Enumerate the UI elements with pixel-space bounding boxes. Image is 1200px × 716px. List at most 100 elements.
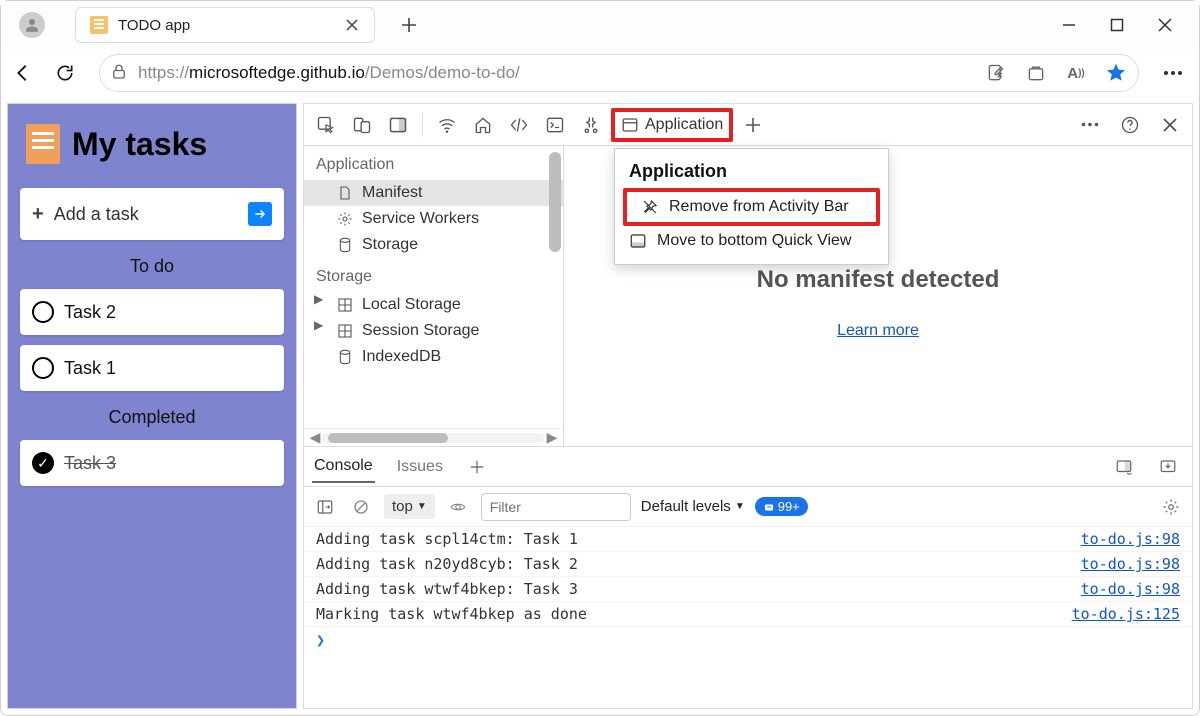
sidebar-item-local-storage[interactable]: Local Storage	[304, 292, 563, 318]
task-item[interactable]: ✓ Task 3	[20, 440, 284, 486]
sidebar-category: Application	[304, 146, 563, 180]
task-checked-icon[interactable]: ✓	[32, 452, 54, 474]
dock-side-icon[interactable]	[382, 109, 414, 141]
url-text: https://microsoftedge.github.io/Demos/de…	[138, 63, 520, 83]
unpin-icon	[641, 198, 659, 216]
sidebar-item-manifest[interactable]: Manifest	[304, 180, 563, 206]
sidebar-item-session-storage[interactable]: Session Storage	[304, 318, 563, 344]
elements-tool-icon[interactable]	[503, 109, 535, 141]
devtools-help-button[interactable]	[1114, 109, 1146, 141]
console-source-link[interactable]: to-do.js:98	[1081, 530, 1180, 548]
db-icon	[336, 348, 354, 366]
address-bar[interactable]: https://microsoftedge.github.io/Demos/de…	[99, 54, 1139, 92]
submit-arrow-icon[interactable]	[248, 202, 272, 226]
inspect-element-icon[interactable]	[310, 109, 342, 141]
sidebar-category: Storage	[304, 258, 563, 292]
sidebar-item-service-workers[interactable]: Service Workers	[304, 206, 563, 232]
refresh-button[interactable]	[47, 55, 83, 91]
tab-title: TODO app	[118, 17, 334, 34]
task-item[interactable]: Task 2	[20, 289, 284, 335]
app-heading: My tasks	[20, 114, 284, 178]
console-levels-select[interactable]: Default levels ▼	[641, 498, 745, 515]
task-checkbox-icon[interactable]	[32, 357, 54, 379]
profile-avatar[interactable]	[19, 12, 45, 38]
add-tool-button[interactable]	[737, 109, 769, 141]
console-tool-icon[interactable]	[539, 109, 571, 141]
read-aloud-icon[interactable]: A))	[1064, 61, 1088, 85]
console-filter-input[interactable]	[481, 493, 631, 521]
drawer-collapse-icon[interactable]	[1152, 451, 1184, 483]
scroll-right-icon[interactable]: ▶	[545, 429, 559, 446]
console-line: Marking task wtwf4bkep as doneto-do.js:1…	[304, 602, 1192, 627]
task-label: Task 2	[64, 302, 116, 323]
devtools-more-button[interactable]	[1074, 109, 1106, 141]
collections-icon[interactable]	[1024, 61, 1048, 85]
network-tool-icon[interactable]	[431, 109, 463, 141]
scroll-left-icon[interactable]: ◀	[308, 429, 322, 446]
sidebar-scrollbar[interactable]	[549, 152, 561, 252]
todo-section-label: To do	[20, 250, 284, 279]
new-tab-button[interactable]	[393, 9, 425, 41]
browser-tab[interactable]: TODO app	[75, 7, 375, 43]
console-source-link[interactable]: to-do.js:98	[1081, 580, 1180, 598]
application-icon	[621, 116, 639, 134]
favorite-star-icon[interactable]	[1104, 61, 1128, 85]
welcome-tool-icon[interactable]	[467, 109, 499, 141]
drawer-add-tab-button[interactable]	[465, 451, 489, 483]
window-close-button[interactable]	[1153, 13, 1177, 37]
learn-more-link[interactable]: Learn more	[837, 322, 919, 340]
device-toggle-icon[interactable]	[346, 109, 378, 141]
gear-icon	[336, 210, 354, 228]
window-titlebar: TODO app	[1, 1, 1199, 49]
console-live-expression-icon[interactable]	[445, 494, 471, 520]
console-sidebar-toggle-icon[interactable]	[312, 494, 338, 520]
drawer-tab-console[interactable]: Console	[312, 451, 375, 483]
task-checkbox-icon[interactable]	[32, 301, 54, 323]
no-manifest-message: No manifest detected	[757, 266, 1000, 294]
tab-close-icon[interactable]	[344, 17, 360, 33]
devtools-activity-bar: Application	[304, 104, 1192, 146]
page-favicon	[90, 16, 108, 34]
console-line: Adding task scpl14ctm: Task 1to-do.js:98	[304, 527, 1192, 552]
context-menu-title: Application	[615, 155, 888, 188]
site-lock-icon[interactable]	[110, 63, 128, 84]
back-button[interactable]	[5, 55, 41, 91]
todo-app-page: My tasks + Add a task To do Task 2 Task …	[7, 103, 297, 709]
edit-page-icon[interactable]	[984, 61, 1008, 85]
console-clear-icon[interactable]	[348, 494, 374, 520]
address-toolbar: https://microsoftedge.github.io/Demos/de…	[1, 49, 1199, 97]
add-task-button[interactable]: + Add a task	[20, 188, 284, 240]
expand-caret-icon[interactable]: ▶	[314, 292, 323, 306]
drawer-tab-issues[interactable]: Issues	[395, 452, 445, 482]
application-tab-label: Application	[645, 116, 723, 134]
context-move-item[interactable]: Move to bottom Quick View	[615, 226, 888, 256]
console-context-select[interactable]: top ▼	[384, 494, 435, 519]
console-settings-icon[interactable]	[1158, 494, 1184, 520]
sidebar-hscroll[interactable]: ◀ ▶	[304, 428, 563, 446]
file-icon	[336, 184, 354, 202]
context-remove-item[interactable]: Remove from Activity Bar	[627, 192, 876, 222]
grid-icon	[336, 296, 354, 314]
task-label: Task 1	[64, 358, 116, 379]
expand-caret-icon[interactable]: ▶	[314, 318, 323, 332]
devtools-close-button[interactable]	[1154, 109, 1186, 141]
application-tab-highlighted[interactable]: Application	[611, 108, 733, 142]
console-issues-badge[interactable]: 99+	[755, 497, 808, 516]
browser-more-button[interactable]	[1155, 55, 1191, 91]
devtools-panel: Application Application Manifest Service…	[303, 103, 1193, 709]
task-label: Task 3	[64, 453, 116, 474]
console-source-link[interactable]: to-do.js:125	[1072, 605, 1180, 623]
application-sidebar: Application Manifest Service Workers Sto…	[304, 146, 564, 446]
sidebar-item-storage[interactable]: Storage	[304, 232, 563, 258]
window-minimize-button[interactable]	[1057, 13, 1081, 37]
sidebar-item-indexeddb[interactable]: IndexedDB	[304, 344, 563, 370]
sources-tool-icon[interactable]	[575, 109, 607, 141]
add-task-label: Add a task	[54, 204, 139, 225]
console-source-link[interactable]: to-do.js:98	[1081, 555, 1180, 573]
console-line: Adding task wtwf4bkep: Task 3to-do.js:98	[304, 577, 1192, 602]
task-item[interactable]: Task 1	[20, 345, 284, 391]
window-maximize-button[interactable]	[1105, 13, 1129, 37]
dock-bottom-icon	[629, 232, 647, 250]
console-prompt[interactable]: ❯	[304, 627, 1192, 653]
drawer-dock-icon[interactable]	[1108, 451, 1140, 483]
